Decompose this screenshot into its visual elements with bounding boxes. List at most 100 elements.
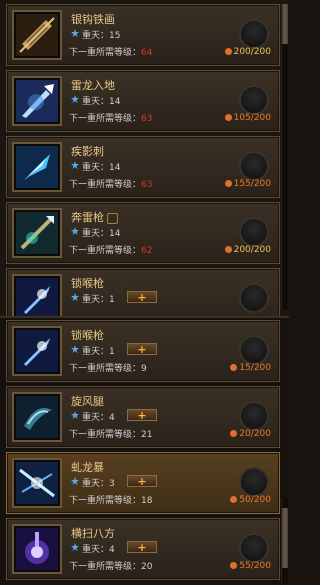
upgrade-round-button[interactable] [239,467,269,497]
points-value: 20/200 [239,429,271,439]
star-icon [71,161,79,169]
spear-blue-icon [16,330,58,372]
skill-icon-frame[interactable] [12,142,62,192]
star-icon [71,227,79,235]
skill-card[interactable]: 旋风腿 重天：4 + 下一重所需等级：21 20/200 [6,386,280,448]
upgrade-round-button[interactable] [239,85,269,115]
star-icon [71,95,79,103]
skill-name: 锁喉枪 [71,329,104,342]
skill-name: 奔雷枪 [71,209,118,225]
coin-icon [230,562,238,569]
next-level-requirement: 下一重所需等级：18 [69,493,152,506]
skill-rank: 重天：14 [82,97,121,107]
upgrade-round-button[interactable] [239,151,269,181]
req-value: 20 [141,562,153,572]
add-point-button[interactable]: + [127,291,157,303]
next-level-requirement: 下一重所需等级：21 [69,427,152,440]
add-point-button[interactable]: + [127,409,157,421]
req-value: 18 [141,496,153,506]
skill-icon-frame[interactable] [12,524,62,574]
whirlwind-kick-icon [16,396,58,438]
scrollbar-top[interactable] [281,4,288,310]
req-label: 下一重所需等级： [69,496,142,506]
upgrade-round-button[interactable] [239,217,269,247]
shield-badge-icon [107,212,118,224]
upgrade-round-button[interactable] [239,401,269,431]
star-icon [71,411,79,419]
coin-icon [224,48,232,55]
dragon-burst-icon [16,462,58,504]
skill-panel-bottom: 锁喉枪 重天：1 + 下一重所需等级：9 15/200 旋风腿 重天：4 + 下… [0,316,289,585]
scroll-thumb[interactable] [282,4,288,44]
add-point-button[interactable]: + [127,343,157,355]
skill-rank: 重天：15 [82,31,121,41]
coin-icon [224,180,232,187]
skill-points: 200/200 [224,47,271,57]
skill-card[interactable]: 奔雷枪 重天：14 下一重所需等级：62 200/200 [6,202,280,264]
skill-points: 155/200 [224,179,271,189]
req-value: 63 [141,180,153,190]
skill-icon-frame[interactable] [12,208,62,258]
skill-points: 55/200 [230,561,271,571]
skill-card[interactable]: 银钩铁画 重天：15 下一重所需等级：64 200/200 [6,4,280,66]
upgrade-round-button[interactable] [239,19,269,49]
skill-rank: 重天：3 [82,479,115,489]
req-label: 下一重所需等级： [69,48,142,58]
skill-points: 200/200 [224,245,271,255]
skill-card-selected[interactable]: 虬龙暴 重天：3 + 下一重所需等级：18 50/200 [6,452,280,514]
skill-rank: 重天：1 [82,295,115,305]
skill-card[interactable]: 锁喉枪 重天：1 + [6,268,280,316]
next-level-requirement: 下一重所需等级：63 [69,177,152,190]
req-value: 63 [141,114,153,124]
skill-icon-frame[interactable] [12,392,62,442]
sweep-purple-icon [16,528,58,570]
skill-icon-frame[interactable] [12,458,62,508]
skill-points: 105/200 [224,113,271,123]
req-value: 21 [141,430,153,440]
req-label: 下一重所需等级： [69,246,142,256]
points-value: 105/200 [233,113,271,123]
star-icon [71,543,79,551]
skill-card[interactable]: 疾影刺 重天：14 下一重所需等级：63 155/200 [6,136,280,198]
skill-rank: 重天：14 [82,229,121,239]
skill-rank: 重天：4 [82,545,115,555]
skill-rank: 重天：14 [82,163,121,173]
next-level-requirement: 下一重所需等级：63 [69,111,152,124]
skill-points: 50/200 [230,495,271,505]
skill-card[interactable]: 雷龙入地 重天：14 下一重所需等级：63 105/200 [6,70,280,132]
skill-name: 锁喉枪 [71,277,104,290]
star-icon [71,293,79,301]
skill-points: 20/200 [230,429,271,439]
skill-panel-top: 银钩铁画 重天：15 下一重所需等级：64 200/200 雷龙入地 重天：14… [0,0,289,316]
next-level-requirement: 下一重所需等级：20 [69,559,152,572]
add-point-button[interactable]: + [127,541,157,553]
req-label: 下一重所需等级： [69,180,142,190]
skill-icon-frame[interactable] [12,76,62,126]
skill-rank: 重天：4 [82,413,115,423]
upgrade-round-button[interactable] [239,283,269,313]
req-value: 62 [141,246,153,256]
add-point-button[interactable]: + [127,475,157,487]
points-value: 50/200 [239,495,271,505]
skill-icon-frame[interactable] [12,10,62,60]
points-value: 55/200 [239,561,271,571]
coin-icon [230,430,238,437]
scrollbar-bottom[interactable] [281,498,288,583]
skill-icon-frame[interactable] [12,274,62,316]
skill-name: 银钩铁画 [71,13,115,26]
skill-name: 虬龙暴 [71,461,104,474]
coin-icon [224,114,232,121]
skill-icon-frame[interactable] [12,326,62,376]
req-label: 下一重所需等级： [69,114,142,124]
skill-card[interactable]: 横扫八方 重天：4 + 下一重所需等级：20 55/200 [6,518,280,580]
upgrade-round-button[interactable] [239,533,269,563]
star-icon [71,345,79,353]
skill-points: 15/200 [230,363,271,373]
next-level-requirement: 下一重所需等级：62 [69,243,152,256]
spear-thrust-icon [16,212,58,254]
skill-card[interactable]: 锁喉枪 重天：1 + 下一重所需等级：9 15/200 [6,320,280,382]
upgrade-round-button[interactable] [239,335,269,365]
scroll-thumb[interactable] [282,508,288,568]
points-value: 200/200 [233,245,271,255]
star-icon [71,477,79,485]
